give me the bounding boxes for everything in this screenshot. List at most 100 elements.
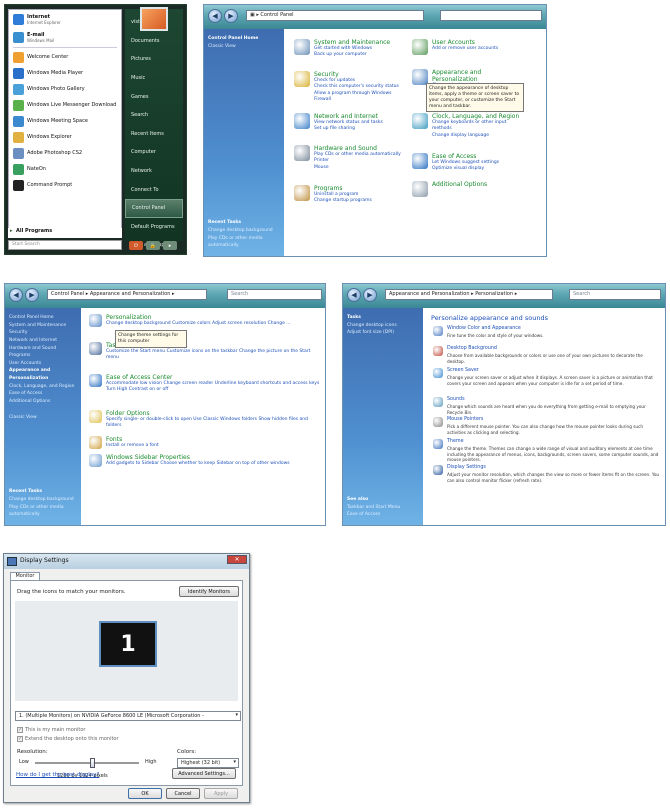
- sidebar-link[interactable]: System and Maintenance: [9, 322, 77, 330]
- start-menu-link[interactable]: Pictures: [125, 50, 183, 69]
- close-icon[interactable]: ✕: [227, 555, 247, 564]
- start-menu-link[interactable]: Network: [125, 162, 183, 181]
- all-programs-button[interactable]: ▸ All Programs: [8, 228, 122, 238]
- help-link[interactable]: How do I get the best display?: [16, 772, 99, 778]
- personalization-item[interactable]: Display Settings Adjust your monitor reso…: [433, 465, 661, 483]
- start-menu-link[interactable]: Connect To: [125, 180, 183, 199]
- forward-icon[interactable]: ▶: [224, 9, 238, 23]
- start-menu-link[interactable]: Computer: [125, 143, 183, 162]
- recent-program[interactable]: Windows Live Messenger Download: [9, 97, 121, 113]
- see-also-link[interactable]: Ease of Access: [347, 511, 419, 519]
- category-link[interactable]: Back up your computer: [314, 52, 390, 58]
- lock-icon[interactable]: 🔒: [146, 241, 160, 250]
- main-monitor-checkbox[interactable]: ✓ This is my main monitor: [17, 727, 85, 733]
- cp-category[interactable]: Network and Internet View network status …: [294, 113, 409, 133]
- search-input[interactable]: Search: [569, 289, 661, 300]
- recent-task-link[interactable]: Change desktop background: [208, 227, 280, 235]
- identify-monitors-button[interactable]: Identify Monitors: [179, 586, 239, 597]
- appearance-section[interactable]: Windows Sidebar Properties Add gadgets to…: [89, 454, 321, 467]
- ok-button[interactable]: OK: [128, 788, 162, 799]
- section-links[interactable]: Add gadgets to Sidebar Choose whether to…: [106, 461, 290, 467]
- start-menu-link[interactable]: Recent Items: [125, 125, 183, 144]
- recent-program[interactable]: Windows Meeting Space: [9, 113, 121, 129]
- category-link[interactable]: Add or remove user accounts: [432, 46, 498, 52]
- item-title[interactable]: Desktop Background: [447, 346, 661, 353]
- appearance-section[interactable]: Ease of Access Center Accommodate low vis…: [89, 374, 321, 394]
- cp-category[interactable]: Hardware and Sound Play CDs or other medi…: [294, 145, 409, 171]
- sidebar-link[interactable]: Network and Internet: [9, 337, 77, 345]
- monitor-select[interactable]: 1. (Multiple Monitors) on NVIDIA GeForce…: [15, 711, 241, 721]
- back-icon[interactable]: ◀: [9, 288, 23, 302]
- category-title[interactable]: Additional Options: [432, 181, 487, 188]
- control-panel-home-link[interactable]: Control Panel Home: [208, 35, 280, 43]
- sidebar-link[interactable]: Ease of Access: [9, 390, 77, 398]
- search-input[interactable]: Search: [227, 289, 322, 300]
- personalization-item[interactable]: Sounds Change which sounds are heard when…: [433, 397, 661, 415]
- personalization-item[interactable]: Desktop Background Choose from available …: [433, 346, 661, 364]
- start-search-input[interactable]: Start Search: [8, 240, 122, 250]
- item-title[interactable]: Window Color and Appearance: [447, 326, 544, 333]
- recent-program[interactable]: NateOn: [9, 161, 121, 177]
- sidebar-link[interactable]: Classic View: [9, 414, 77, 422]
- sidebar-link[interactable]: Security: [9, 329, 77, 337]
- section-links[interactable]: Install or remove a font: [106, 443, 159, 449]
- personalization-item[interactable]: Mouse Pointers Pick a different mouse poi…: [433, 417, 661, 435]
- apply-button[interactable]: Apply: [204, 788, 238, 799]
- cp-category[interactable]: Programs Uninstall a program Change startu…: [294, 185, 409, 205]
- category-title[interactable]: Security: [314, 71, 409, 78]
- address-bar[interactable]: Appearance and Personalization ▸ Persona…: [385, 289, 553, 300]
- personalization-item[interactable]: Window Color and Appearance Fine tune the…: [433, 326, 661, 339]
- shutdown-arrow-icon[interactable]: ▸: [163, 241, 177, 250]
- recent-task-link[interactable]: Play CDs or other media automatically: [208, 235, 280, 250]
- category-link[interactable]: Change display language: [432, 133, 527, 139]
- recent-program[interactable]: Windows Explorer: [9, 129, 121, 145]
- sidebar-link[interactable]: Hardware and Sound: [9, 345, 77, 353]
- section-links[interactable]: Specify single- or double-click to open …: [106, 417, 321, 430]
- category-link[interactable]: Change keyboards or other input methods: [432, 120, 527, 133]
- extend-desktop-checkbox[interactable]: ✓ Extend the desktop onto this monitor: [17, 736, 119, 742]
- monitor-1-icon[interactable]: 1: [99, 621, 157, 667]
- sidebar-link[interactable]: Appearance and Personalization: [9, 367, 77, 382]
- category-title[interactable]: Appearance and Personalization: [432, 69, 527, 83]
- cp-category[interactable]: User Accounts Add or remove user accounts: [412, 39, 527, 55]
- address-bar[interactable]: ▣ ▸ Control Panel: [246, 10, 424, 21]
- cp-category[interactable]: System and Maintenance Get started with W…: [294, 39, 409, 59]
- task-link[interactable]: Adjust font size (DPI): [347, 329, 419, 337]
- search-input[interactable]: [440, 10, 542, 21]
- recent-task-link[interactable]: Change desktop background: [9, 496, 77, 504]
- category-title[interactable]: Programs: [314, 185, 372, 192]
- category-link[interactable]: Change startup programs: [314, 198, 372, 204]
- recent-program[interactable]: Adobe Photoshop CS2: [9, 145, 121, 161]
- recent-task-link[interactable]: Play CDs or other media automatically: [9, 504, 77, 519]
- appearance-section[interactable]: Personalization Change desktop background…: [89, 314, 321, 327]
- cp-category[interactable]: Clock, Language, and Region Change keyboa…: [412, 113, 527, 139]
- forward-icon[interactable]: ▶: [25, 288, 39, 302]
- category-title[interactable]: User Accounts: [432, 39, 498, 46]
- section-title[interactable]: Windows Sidebar Properties: [106, 454, 290, 461]
- category-title[interactable]: Clock, Language, and Region: [432, 113, 527, 120]
- category-title[interactable]: System and Maintenance: [314, 39, 390, 46]
- item-title[interactable]: Theme: [447, 439, 661, 446]
- recent-program[interactable]: Welcome Center: [9, 49, 121, 65]
- classic-view-link[interactable]: Classic View: [208, 43, 280, 51]
- category-title[interactable]: Hardware and Sound: [314, 145, 401, 152]
- pinned-program[interactable]: Internet Internet Explorer: [9, 10, 121, 28]
- section-links[interactable]: Change desktop background Customize colo…: [106, 321, 291, 327]
- category-link[interactable]: Optimize visual display: [432, 166, 499, 172]
- start-menu-link[interactable]: Search: [125, 106, 183, 125]
- sidebar-link[interactable]: Clock, Language, and Region: [9, 383, 77, 391]
- section-links[interactable]: Customize the Start menu Customize icons…: [106, 349, 321, 362]
- sidebar-link[interactable]: Programs: [9, 352, 77, 360]
- cancel-button[interactable]: Cancel: [166, 788, 200, 799]
- advanced-settings-button[interactable]: Advanced Settings...: [172, 768, 236, 779]
- category-link[interactable]: Mouse: [314, 165, 401, 171]
- section-links[interactable]: Accommodate low vision Change screen rea…: [106, 381, 321, 394]
- category-link[interactable]: Set up file sharing: [314, 126, 383, 132]
- category-title[interactable]: Ease of Access: [432, 153, 499, 160]
- personalization-item[interactable]: Theme Change the theme. Themes can change…: [433, 439, 661, 463]
- sidebar-link[interactable]: Additional Options: [9, 398, 77, 406]
- user-picture[interactable]: [140, 7, 168, 31]
- start-menu-link[interactable]: Control Panel: [125, 198, 183, 218]
- category-link[interactable]: Check this computer's security status: [314, 84, 409, 90]
- section-title[interactable]: Fonts: [106, 436, 159, 443]
